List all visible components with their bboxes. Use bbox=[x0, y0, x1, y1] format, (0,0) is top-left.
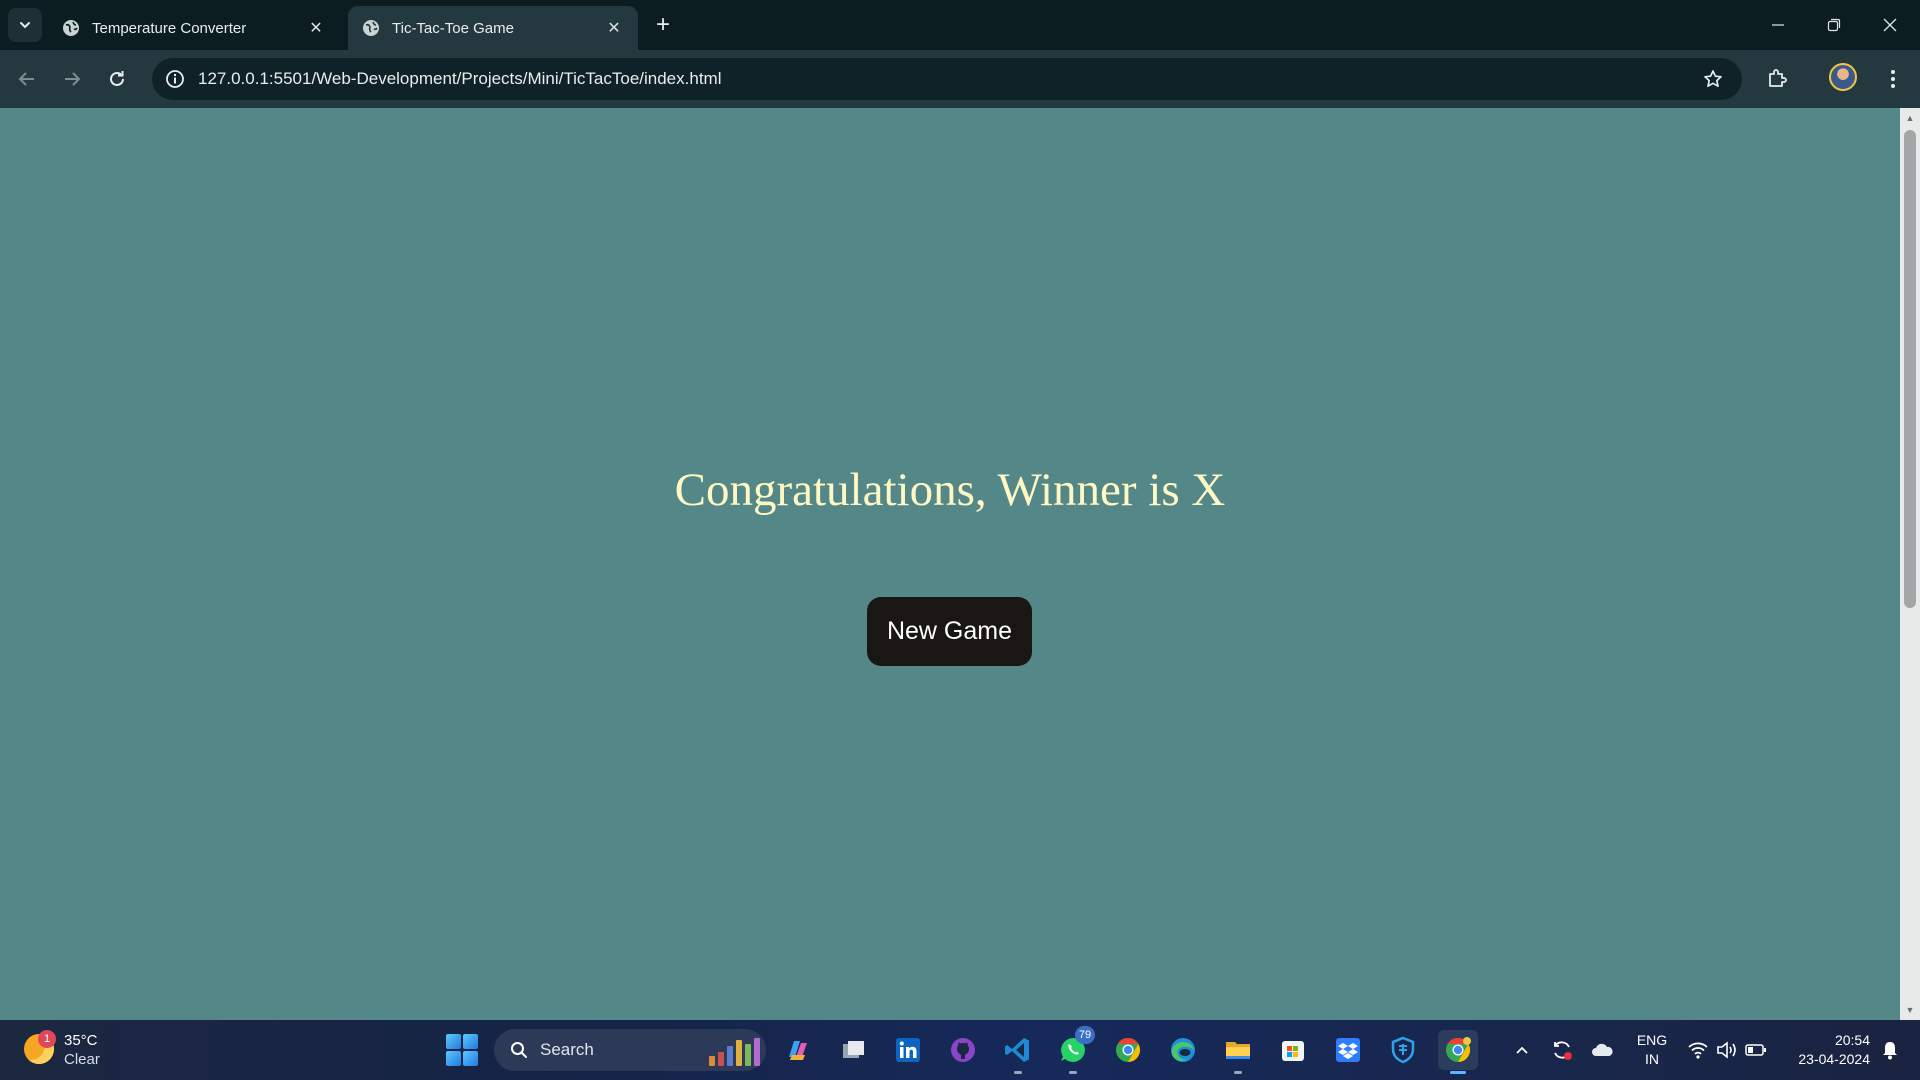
arrow-right-icon bbox=[65, 72, 81, 86]
browser-toolbar: 127.0.0.1:5501/Web-Development/Projects/… bbox=[0, 50, 1920, 108]
winner-message: Congratulations, Winner is X bbox=[674, 464, 1226, 516]
github-icon bbox=[951, 1038, 975, 1062]
vscode-button[interactable] bbox=[998, 1030, 1038, 1074]
chrome-button[interactable] bbox=[1108, 1030, 1148, 1070]
clock-date: 23-04-2024 bbox=[1798, 1051, 1870, 1067]
cloud-icon bbox=[1592, 1043, 1613, 1056]
url-text[interactable]: 127.0.0.1:5501/Web-Development/Projects/… bbox=[198, 69, 1696, 89]
volume-icon bbox=[1717, 1041, 1736, 1059]
github-button[interactable] bbox=[943, 1030, 983, 1070]
chevron-up-icon bbox=[1516, 1046, 1528, 1054]
chrome-canary-icon bbox=[1446, 1037, 1471, 1062]
sync-status-button[interactable] bbox=[1546, 1034, 1578, 1066]
close-tab-icon[interactable]: ✕ bbox=[604, 18, 624, 38]
wifi-icon bbox=[1688, 1042, 1708, 1059]
show-hidden-icons-button[interactable] bbox=[1506, 1034, 1538, 1066]
chevron-down-icon bbox=[20, 22, 30, 29]
arrow-left-icon bbox=[18, 72, 34, 86]
search-label: Search bbox=[540, 1040, 594, 1059]
edge-button[interactable] bbox=[1163, 1030, 1203, 1070]
linkedin-button[interactable] bbox=[888, 1030, 928, 1070]
puzzle-icon bbox=[1769, 69, 1787, 87]
copilot-button[interactable] bbox=[778, 1030, 818, 1070]
microsoft-store-button[interactable] bbox=[1273, 1030, 1313, 1070]
bookmark-star-icon[interactable] bbox=[1696, 62, 1730, 96]
bell-icon bbox=[1883, 1042, 1897, 1060]
weather-badge: 1 bbox=[38, 1030, 56, 1048]
edge-icon bbox=[1171, 1038, 1195, 1062]
page-scrollbar[interactable]: ▲ ▼ bbox=[1900, 108, 1920, 1020]
scroll-up-arrow-icon[interactable]: ▲ bbox=[1900, 110, 1920, 126]
minimize-icon bbox=[1772, 24, 1784, 26]
back-button[interactable] bbox=[10, 62, 44, 96]
profile-avatar[interactable] bbox=[1829, 63, 1857, 91]
search-icon bbox=[508, 1039, 530, 1061]
wifi-button[interactable] bbox=[1682, 1034, 1714, 1066]
browser-tab-bar: Temperature Converter ✕ Tic-Tac-Toe Game… bbox=[0, 0, 1920, 50]
clock-time: 20:54 bbox=[1834, 1032, 1870, 1048]
globe-icon bbox=[362, 19, 380, 37]
windows-security-button[interactable] bbox=[1383, 1030, 1423, 1070]
onedrive-button[interactable] bbox=[1586, 1034, 1618, 1066]
whatsapp-notification-badge: 79 bbox=[1075, 1026, 1095, 1044]
tab-title: Temperature Converter bbox=[92, 19, 247, 37]
search-highlight-books-icon bbox=[690, 1034, 760, 1066]
close-icon bbox=[1883, 18, 1897, 32]
tab-title: Tic-Tac-Toe Game bbox=[392, 19, 514, 37]
language-region: IN bbox=[1645, 1051, 1659, 1067]
extensions-button[interactable] bbox=[1760, 62, 1794, 96]
reload-button[interactable] bbox=[100, 62, 134, 96]
system-clock[interactable]: 20:54 23-04-2024 bbox=[1782, 1031, 1870, 1069]
linkedin-icon bbox=[896, 1038, 920, 1062]
reload-icon bbox=[110, 71, 124, 86]
sync-icon bbox=[1554, 1041, 1572, 1060]
whatsapp-button[interactable]: 79 bbox=[1053, 1026, 1095, 1074]
address-bar[interactable]: 127.0.0.1:5501/Web-Development/Projects/… bbox=[152, 58, 1742, 100]
weather-widget[interactable]: 1 35°C Clear bbox=[24, 1030, 124, 1070]
windows-security-icon bbox=[1391, 1036, 1415, 1064]
new-game-button[interactable]: New Game bbox=[867, 597, 1032, 666]
forward-button[interactable] bbox=[55, 62, 89, 96]
input-language-indicator[interactable]: ENG IN bbox=[1634, 1031, 1670, 1069]
language-code: ENG bbox=[1636, 1032, 1668, 1048]
new-tab-button[interactable]: + bbox=[648, 10, 678, 40]
windows-logo-icon bbox=[446, 1034, 461, 1049]
tab-temperature-converter[interactable]: Temperature Converter ✕ bbox=[48, 6, 340, 50]
weather-temperature: 35°C bbox=[64, 1032, 98, 1049]
site-info-icon[interactable] bbox=[164, 68, 186, 90]
page-viewport: Congratulations, Winner is X New Game bbox=[0, 108, 1900, 1020]
start-button[interactable] bbox=[446, 1034, 478, 1066]
notifications-button[interactable] bbox=[1874, 1034, 1906, 1066]
tab-search-button[interactable] bbox=[8, 8, 42, 42]
volume-button[interactable] bbox=[1711, 1034, 1743, 1066]
microsoft-store-icon bbox=[1282, 1041, 1304, 1061]
scroll-down-arrow-icon[interactable]: ▼ bbox=[1900, 1002, 1920, 1018]
chrome-canary-button[interactable] bbox=[1438, 1030, 1478, 1074]
task-view-icon bbox=[843, 1041, 864, 1058]
dropbox-button[interactable] bbox=[1328, 1030, 1368, 1070]
browser-menu-button[interactable] bbox=[1876, 62, 1910, 96]
task-view-button[interactable] bbox=[833, 1030, 873, 1070]
chrome-icon bbox=[1116, 1038, 1141, 1062]
vscode-icon bbox=[1005, 1038, 1029, 1062]
globe-icon bbox=[62, 19, 80, 37]
taskbar-search[interactable]: Search bbox=[494, 1029, 766, 1071]
minimize-button[interactable] bbox=[1750, 0, 1806, 50]
close-tab-icon[interactable]: ✕ bbox=[306, 18, 326, 38]
close-window-button[interactable] bbox=[1862, 0, 1918, 50]
dropbox-icon bbox=[1336, 1038, 1360, 1062]
windows-taskbar: 1 35°C Clear Search 79 ENG IN 20:54 23-0… bbox=[0, 1020, 1920, 1080]
tab-tic-tac-toe[interactable]: Tic-Tac-Toe Game ✕ bbox=[348, 6, 638, 50]
scrollbar-thumb[interactable] bbox=[1904, 130, 1916, 608]
restore-button[interactable] bbox=[1806, 0, 1862, 50]
battery-button[interactable] bbox=[1740, 1034, 1772, 1066]
file-explorer-icon bbox=[1226, 1042, 1250, 1059]
weather-condition: Clear bbox=[64, 1051, 100, 1068]
file-explorer-button[interactable] bbox=[1218, 1030, 1258, 1074]
kebab-menu-icon bbox=[1891, 70, 1895, 88]
battery-icon bbox=[1745, 1044, 1766, 1056]
restore-icon bbox=[1827, 18, 1841, 32]
copilot-icon bbox=[789, 1041, 807, 1060]
